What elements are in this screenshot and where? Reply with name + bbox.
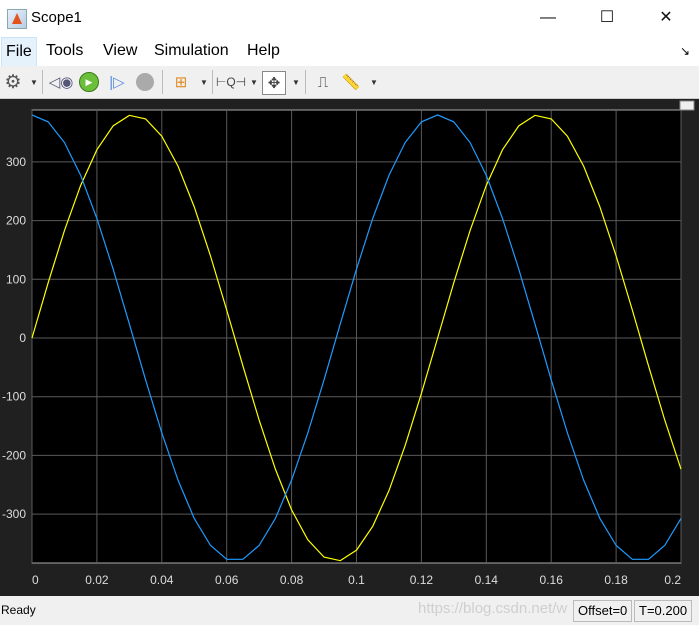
offset-readout: Offset=0 (573, 600, 633, 622)
time-readout: T=0.200 (634, 600, 693, 622)
x-tick-label: 0.12 (410, 573, 434, 587)
x-tick-label: 0 (32, 573, 39, 587)
scope-plot[interactable]: 0 0.02 0.04 0.06 0.08 0.1 0.12 0.14 0.16 0.18 0.2 -… (0, 0, 699, 596)
watermark: https://blog.csdn.net/w (418, 600, 568, 617)
x-tick-label: 0.08 (280, 573, 304, 587)
y-tick-label: -300 (2, 507, 26, 521)
x-tick-label: 0.16 (540, 573, 564, 587)
x-tick-label: 0.2 (664, 573, 681, 587)
y-tick-label: -200 (2, 448, 26, 462)
x-tick-label: 0.14 (475, 573, 499, 587)
x-tick-label: 0.1 (348, 573, 365, 587)
x-tick-label: 0.18 (604, 573, 628, 587)
x-tick-label: 0.02 (85, 573, 109, 587)
y-tick-label: 200 (6, 214, 26, 228)
x-tick-label: 0.04 (150, 573, 174, 587)
axes-maximize-button[interactable] (679, 100, 695, 111)
status-text: Ready (1, 603, 36, 617)
y-tick-label: 0 (19, 331, 26, 345)
x-tick-label: 0.06 (215, 573, 239, 587)
y-tick-label: 100 (6, 272, 26, 286)
y-tick-label: 300 (6, 155, 26, 169)
status-bar: Ready https://blog.csdn.net/w Offset=0 T… (0, 596, 699, 625)
y-tick-label: -100 (2, 390, 26, 404)
